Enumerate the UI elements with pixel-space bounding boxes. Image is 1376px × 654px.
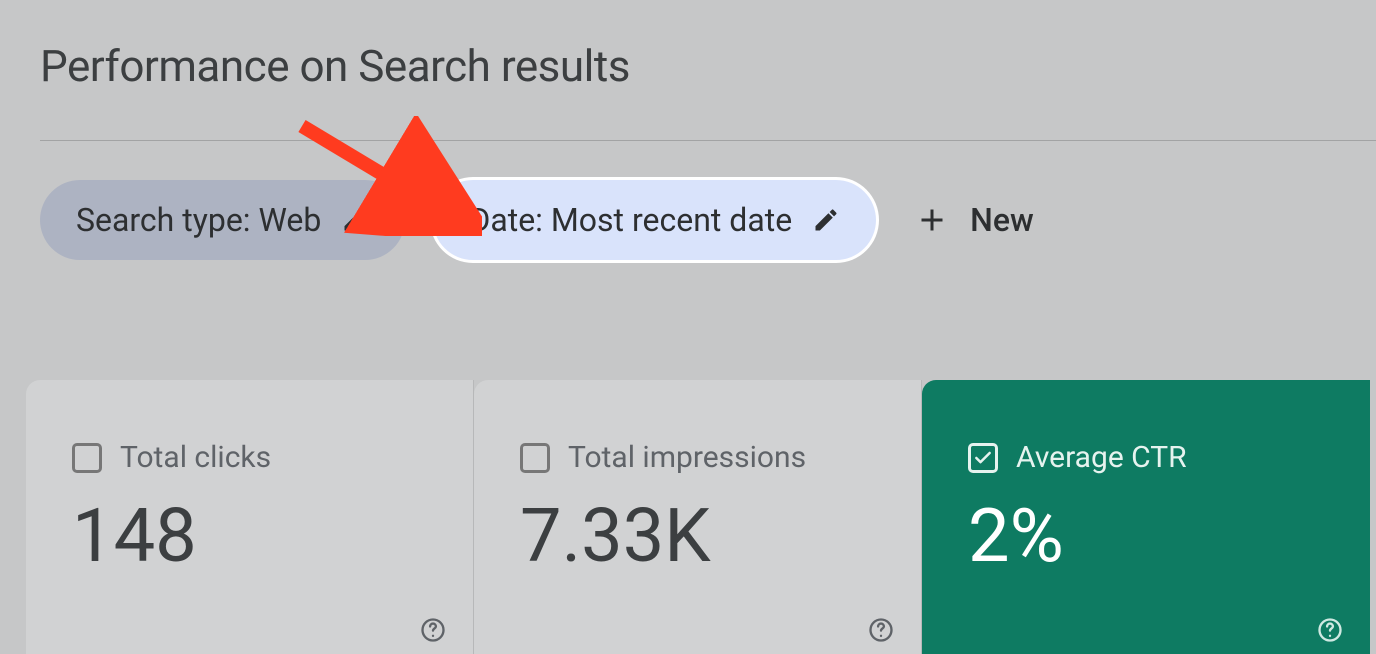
- metric-value: 7.33K: [520, 493, 875, 580]
- metric-label: Total clicks: [120, 440, 271, 475]
- search-type-filter-chip[interactable]: Search type: Web: [40, 180, 405, 260]
- metric-value: 148: [72, 493, 427, 580]
- date-filter-chip[interactable]: Date: Most recent date: [433, 180, 876, 260]
- date-filter-label: Date: Most recent date: [469, 201, 792, 239]
- metric-label: Average CTR: [1016, 440, 1187, 475]
- metric-cards-row: Total clicks 148 Total impressions 7.33K: [26, 380, 1376, 654]
- section-divider: [40, 140, 1376, 141]
- add-filter-button[interactable]: New: [904, 201, 1044, 239]
- page-title: Performance on Search results: [40, 40, 630, 92]
- metric-card-clicks[interactable]: Total clicks 148: [26, 380, 474, 654]
- checkbox-unchecked-icon: [520, 443, 550, 473]
- help-icon[interactable]: [867, 616, 895, 644]
- metric-card-impressions[interactable]: Total impressions 7.33K: [474, 380, 922, 654]
- metric-card-ctr[interactable]: Average CTR 2%: [922, 380, 1370, 654]
- plus-icon: [914, 202, 950, 238]
- filter-chip-row: Search type: Web Date: Most recent date …: [40, 180, 1044, 260]
- pencil-icon: [341, 206, 369, 234]
- help-icon[interactable]: [1316, 616, 1344, 644]
- checkbox-checked-icon: [968, 443, 998, 473]
- checkbox-unchecked-icon: [72, 443, 102, 473]
- add-filter-label: New: [970, 201, 1034, 239]
- help-icon[interactable]: [419, 616, 447, 644]
- metric-value: 2%: [968, 493, 1324, 580]
- search-type-filter-label: Search type: Web: [76, 201, 321, 239]
- pencil-icon: [812, 206, 840, 234]
- metric-label: Total impressions: [568, 440, 806, 475]
